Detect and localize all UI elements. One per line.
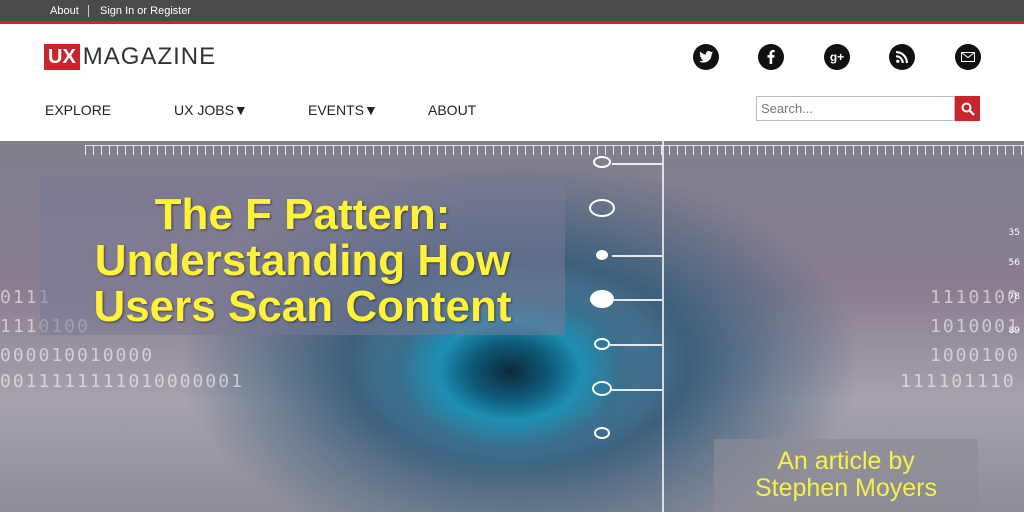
scale-label: 35	[1008, 228, 1020, 238]
nav-explore[interactable]: EXPLORE	[45, 102, 111, 118]
scan-dot	[594, 427, 610, 439]
rss-icon[interactable]	[889, 44, 915, 70]
byline-author: Stephen Moyers	[754, 474, 938, 502]
scan-tick	[612, 163, 662, 165]
article-byline: An article by Stephen Moyers	[714, 439, 978, 512]
scale-label: 56	[1008, 258, 1020, 268]
top-bar: About Sign In or Register	[0, 0, 1024, 24]
hero-vertical-line	[662, 141, 664, 512]
search-button[interactable]	[955, 96, 980, 121]
nav-events[interactable]: EVENTS▼	[308, 102, 378, 118]
binary-row: 1000100	[930, 345, 1020, 366]
scan-dot	[592, 381, 612, 396]
binary-row: 1110100	[930, 287, 1020, 308]
facebook-icon[interactable]	[758, 44, 784, 70]
nav-about[interactable]: ABOUT	[428, 102, 476, 118]
scan-dot	[589, 199, 615, 217]
site-logo[interactable]: UX MAGAZINE	[44, 43, 217, 70]
title-line: Understanding How	[94, 236, 511, 285]
site-header: UX MAGAZINE g+ EXPLORE UX JOBS▼ EVENTS▼ …	[0, 27, 1024, 141]
binary-row: 111101110	[900, 371, 1016, 392]
sign-in-link[interactable]: Sign In or Register	[100, 5, 191, 17]
scan-tick	[614, 299, 662, 301]
title-line: The F Pattern:	[154, 190, 451, 239]
article-title[interactable]: The F Pattern: Understanding How Users S…	[40, 177, 565, 335]
hero-ruler	[85, 145, 1024, 155]
scan-dot	[594, 338, 610, 350]
hero-banner[interactable]: 0111 1110100 000010010000 00111111110100…	[0, 141, 1024, 512]
scan-dot	[590, 290, 614, 308]
scan-dot	[593, 156, 611, 168]
google-plus-icon[interactable]: g+	[824, 44, 850, 70]
title-line: Users Scan Content	[93, 282, 512, 331]
binary-row: 000010010000	[0, 345, 155, 366]
binary-row: 0011111111010000001	[0, 371, 244, 392]
search-input[interactable]	[756, 96, 955, 121]
scan-tick	[612, 255, 662, 257]
search-icon	[961, 102, 975, 116]
scale-label: 78	[1008, 292, 1020, 302]
binary-row: 1010001	[930, 316, 1020, 337]
scale-label: 89	[1008, 326, 1020, 336]
byline-line: An article by	[777, 447, 915, 475]
twitter-icon[interactable]	[693, 44, 719, 70]
google-plus-glyph: g+	[829, 50, 845, 64]
logo-magazine: MAGAZINE	[82, 43, 217, 70]
divider	[88, 5, 89, 17]
scan-tick	[610, 344, 662, 346]
nav-ux-jobs[interactable]: UX JOBS▼	[174, 102, 248, 118]
email-icon[interactable]	[955, 44, 981, 70]
scan-tick	[612, 389, 662, 391]
logo-ux: UX	[44, 44, 80, 70]
scan-dot	[596, 250, 608, 260]
about-link[interactable]: About	[50, 5, 79, 17]
